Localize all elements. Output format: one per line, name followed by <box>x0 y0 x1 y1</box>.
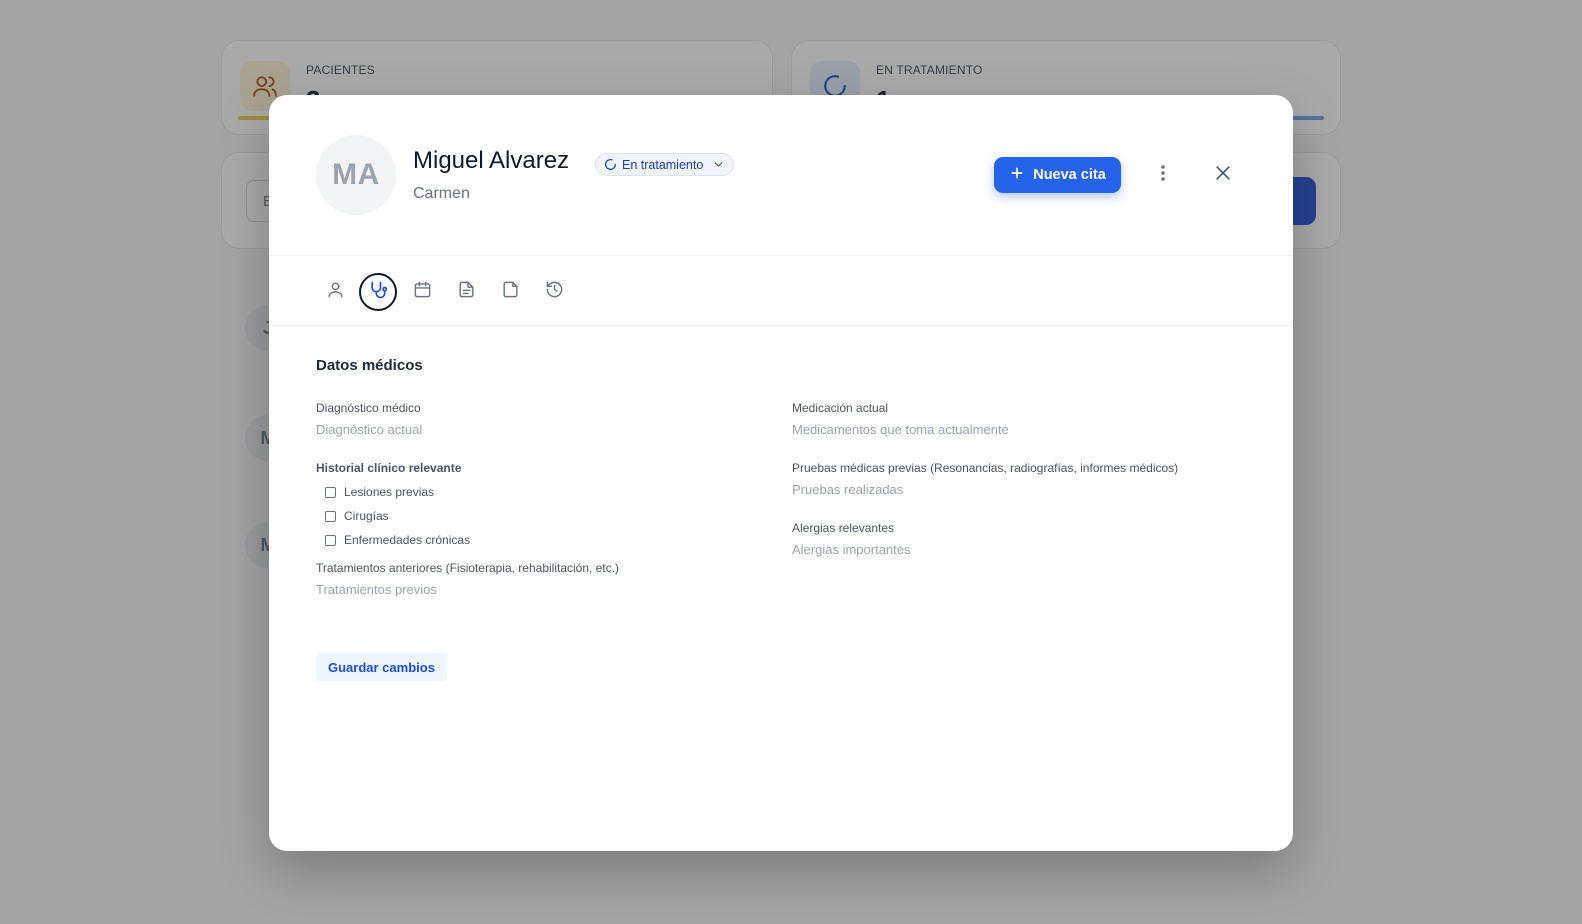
right-column: Medicación actual Pruebas médicas previa… <box>792 401 1252 581</box>
checkbox[interactable] <box>325 510 336 522</box>
plus-icon <box>1009 165 1025 185</box>
user-icon <box>326 280 345 304</box>
field-label: Pruebas médicas previas (Resonancias, ra… <box>792 461 1179 475</box>
tests-input[interactable] <box>792 482 1252 497</box>
treatments-field: Tratamientos anteriores (Fisioterapia, r… <box>316 561 776 599</box>
diagnosis-field: Diagnóstico médico <box>316 401 776 439</box>
stethoscope-icon <box>368 280 388 305</box>
more-vertical-icon <box>1160 163 1166 188</box>
allergies-field: Alergias relevantes <box>792 521 1252 559</box>
calendar-icon <box>413 280 432 304</box>
history-field: Historial clínico relevante Lesiones pre… <box>316 461 776 547</box>
tab-notes[interactable] <box>491 273 529 311</box>
status-dropdown[interactable]: En tratamiento <box>595 153 735 176</box>
modal-header: MA Miguel Alvarez Carmen En tratamiento … <box>269 95 1293 256</box>
checkbox-label: Cirugías <box>344 509 389 523</box>
field-label: Tratamientos anteriores (Fisioterapia, r… <box>316 561 620 575</box>
field-label: Diagnóstico médico <box>316 401 421 415</box>
tab-history[interactable] <box>535 273 573 311</box>
tab-documents[interactable] <box>447 273 485 311</box>
tests-field: Pruebas médicas previas (Resonancias, ra… <box>792 461 1252 499</box>
close-button[interactable] <box>1209 161 1237 189</box>
loader-icon <box>604 158 617 171</box>
treatments-input[interactable] <box>316 582 776 597</box>
allergies-input[interactable] <box>792 542 1252 557</box>
medication-input[interactable] <box>792 422 1252 437</box>
checkbox-label: Enfermedades crónicas <box>344 533 471 547</box>
status-label: En tratamiento <box>622 157 704 172</box>
field-label: Medicación actual <box>792 401 889 415</box>
section-title: Datos médicos <box>316 357 423 374</box>
field-label: Historial clínico relevante <box>316 461 462 475</box>
close-icon <box>1213 163 1233 188</box>
history-option[interactable]: Enfermedades crónicas <box>325 533 776 547</box>
field-label: Alergias relevantes <box>792 521 895 535</box>
history-checkboxes: Lesiones previas Cirugías Enfermedades c… <box>316 485 776 547</box>
patient-subtitle: Carmen <box>413 185 470 202</box>
note-icon <box>501 280 520 304</box>
history-icon <box>545 280 564 304</box>
file-text-icon <box>457 280 476 304</box>
medical-data-section: Datos médicos Diagnóstico médico Histori… <box>316 357 1252 597</box>
medication-field: Medicación actual <box>792 401 1252 439</box>
diagnosis-input[interactable] <box>316 422 776 437</box>
history-option[interactable]: Lesiones previas <box>325 485 776 499</box>
history-option[interactable]: Cirugías <box>325 509 776 523</box>
new-appointment-label: Nueva cita <box>1033 167 1106 183</box>
left-column: Diagnóstico médico Historial clínico rel… <box>316 401 776 621</box>
patient-modal: MA Miguel Alvarez Carmen En tratamiento … <box>269 95 1293 851</box>
checkbox[interactable] <box>325 486 336 498</box>
tab-personal[interactable] <box>316 273 354 311</box>
new-appointment-button[interactable]: Nueva cita <box>994 157 1121 193</box>
patient-name: Miguel Alvarez <box>413 147 570 174</box>
modal-tabs <box>269 257 1293 326</box>
save-button[interactable]: Guardar cambios <box>316 653 447 681</box>
tab-appointments[interactable] <box>403 273 441 311</box>
more-options-button[interactable] <box>1151 161 1175 189</box>
avatar: MA <box>316 135 396 215</box>
checkbox[interactable] <box>325 534 336 546</box>
checkbox-label: Lesiones previas <box>344 485 435 499</box>
tab-medical[interactable] <box>359 273 397 311</box>
chevron-down-icon <box>712 158 725 171</box>
